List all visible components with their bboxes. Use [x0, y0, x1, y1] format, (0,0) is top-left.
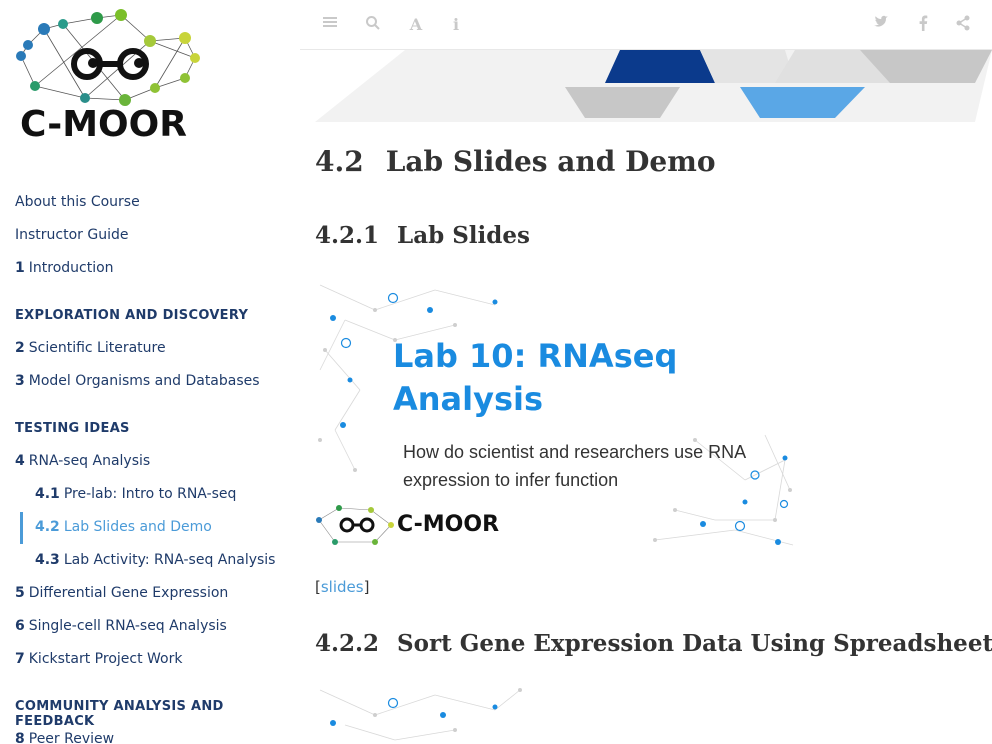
toc-num: 4: [15, 453, 25, 469]
subsection-number: 4.2.2: [315, 630, 380, 657]
toc-num: 2: [15, 340, 25, 356]
subsection-heading-lab-slides: 4.2.1 Lab Slides: [315, 222, 530, 249]
toc-label: Introduction: [28, 260, 114, 276]
slide-title: Lab 10: RNAseq Analysis: [393, 337, 678, 418]
toc-num: 7: [15, 651, 25, 667]
toc-item-ch5[interactable]: 5 Differential Gene Expression: [15, 585, 228, 601]
subsection-heading-sort-gene-expression: 4.2.2 Sort Gene Expression Data Using Spr…: [315, 630, 992, 657]
section-heading: 4.2 Lab Slides and Demo: [315, 145, 716, 178]
subsection-title: Sort Gene Expression Data Using Spreadsh…: [397, 630, 992, 657]
menu-icon[interactable]: [320, 15, 340, 35]
toc-label: Pre-lab: Intro to RNA-seq: [63, 486, 237, 502]
font-icon[interactable]: A: [406, 15, 426, 35]
toc-num: 4.3: [35, 552, 60, 568]
toc-item-ch3[interactable]: 3 Model Organisms and Databases: [15, 373, 260, 389]
toc-label: Peer Review: [28, 731, 115, 744]
slide-preview-image: Lab 10: RNAseq Analysis How do scientist…: [315, 280, 800, 555]
slide-subtitle: How do scientist and researchers use RNA…: [403, 442, 746, 490]
toc-part-exploration: EXPLORATION AND DISCOVERY: [15, 308, 249, 323]
toc-item-ch4[interactable]: 4 RNA-seq Analysis: [15, 453, 150, 469]
toc-label: Differential Gene Expression: [28, 585, 229, 601]
toc-item-ch6[interactable]: 6 Single-cell RNA-seq Analysis: [15, 618, 227, 634]
section-number: 4.2: [315, 145, 364, 178]
subsection-title: Lab Slides: [397, 222, 530, 249]
subsection-number: 4.2.1: [315, 222, 380, 249]
top-toolbar: A i: [300, 0, 992, 50]
toc-num: 6: [15, 618, 25, 634]
toc-item-about[interactable]: About this Course: [15, 194, 140, 210]
toc-label: Single-cell RNA-seq Analysis: [28, 618, 227, 634]
toc-part-community: COMMUNITY ANALYSIS AND FEEDBACK: [15, 699, 224, 729]
toc-num: 4.1: [35, 486, 60, 502]
sidebar: C-MOOR About this Course Instructor Guid…: [0, 0, 300, 744]
toc-item-ch7[interactable]: 7 Kickstart Project Work: [15, 651, 182, 667]
share-icon[interactable]: [953, 15, 973, 35]
toc-item-ch1[interactable]: 1 Introduction: [15, 260, 114, 276]
toc-label: Model Organisms and Databases: [28, 373, 260, 389]
toc-num: 5: [15, 585, 25, 601]
toc-label: RNA-seq Analysis: [28, 453, 151, 469]
toc-label: Scientific Literature: [28, 340, 166, 356]
toc-label: Kickstart Project Work: [28, 651, 183, 667]
slides-link-line: [slides]: [315, 578, 369, 596]
slides-link[interactable]: slides: [321, 578, 364, 596]
toc-item-4-1[interactable]: 4.1 Pre-lab: Intro to RNA-seq: [35, 486, 236, 502]
slide-logo-mark: [316, 505, 394, 545]
active-indicator: [20, 512, 23, 544]
toc-num: 3: [15, 373, 25, 389]
section-title: Lab Slides and Demo: [385, 145, 716, 178]
toc-part-testing-ideas: TESTING IDEAS: [15, 421, 130, 436]
slide-brand-wordmark: C-MOOR: [397, 512, 500, 537]
toc-item-4-2-active[interactable]: 4.2 Lab Slides and Demo: [35, 519, 212, 535]
toc-item-ch2[interactable]: 2 Scientific Literature: [15, 340, 166, 356]
toc-item-4-3[interactable]: 4.3 Lab Activity: RNA-seq Analysis: [35, 552, 275, 568]
facebook-icon[interactable]: [913, 15, 933, 35]
toc-label: Lab Slides and Demo: [63, 519, 212, 535]
toc-num: 4.2: [35, 519, 60, 535]
search-icon[interactable]: [363, 15, 383, 35]
toc-num: 8: [15, 731, 25, 744]
toc-item-instructor-guide[interactable]: Instructor Guide: [15, 227, 128, 243]
bracket-close: ]: [363, 578, 370, 596]
twitter-icon[interactable]: [871, 15, 891, 35]
second-slide-preview: [319, 688, 522, 741]
toc-item-ch8[interactable]: 8 Peer Review: [15, 731, 114, 744]
logo-wordmark: C-MOOR: [20, 104, 187, 145]
info-icon[interactable]: i: [446, 15, 466, 35]
toc-label: Lab Activity: RNA-seq Analysis: [63, 552, 276, 568]
toc-num: 1: [15, 260, 25, 276]
decorative-banner: [315, 50, 992, 122]
